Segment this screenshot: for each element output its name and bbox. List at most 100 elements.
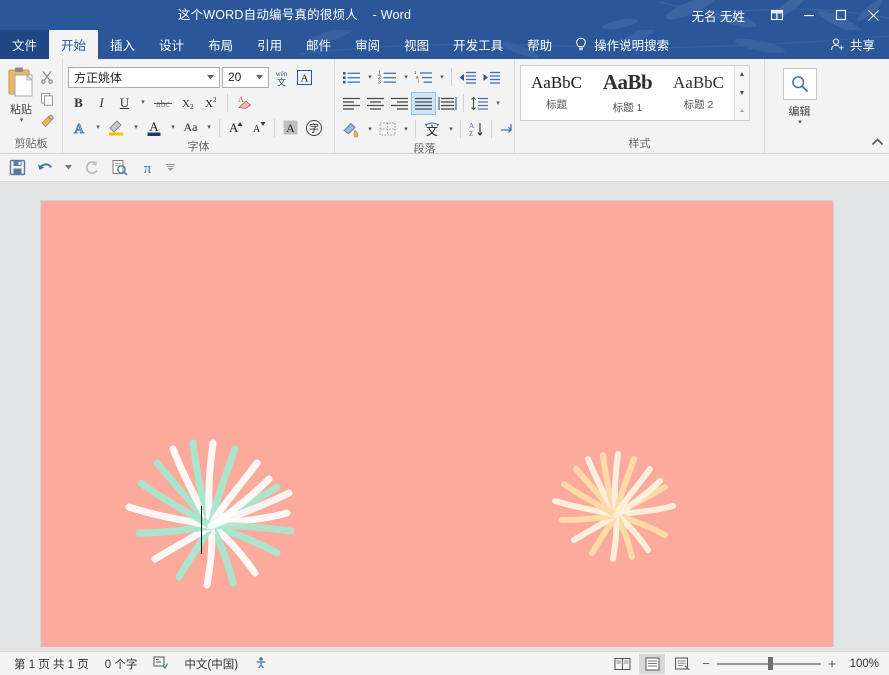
- distributed-align-button[interactable]: [436, 93, 459, 114]
- bullets-dropdown[interactable]: ▾: [364, 67, 375, 88]
- maximize-restore-button[interactable]: [825, 0, 857, 30]
- tab-file[interactable]: 文件: [0, 30, 50, 59]
- undo-button[interactable]: [32, 156, 58, 180]
- accessibility-status[interactable]: [246, 656, 276, 672]
- undo-dropdown-button[interactable]: [60, 156, 76, 180]
- underline-dropdown[interactable]: ▾: [137, 92, 148, 113]
- style-item-heading1[interactable]: AaBb 标题 1: [592, 66, 663, 120]
- scroll-up-icon[interactable]: ▲: [735, 66, 749, 83]
- increase-indent-button[interactable]: [480, 67, 503, 88]
- sort-button[interactable]: A Z: [465, 119, 487, 140]
- tab-help[interactable]: 帮助: [515, 30, 564, 59]
- change-case-button[interactable]: Aa: [180, 117, 201, 138]
- text-effects-dropdown[interactable]: ▾: [92, 117, 103, 138]
- line-spacing-dropdown[interactable]: ▾: [492, 93, 503, 114]
- borders-dropdown[interactable]: ▾: [400, 119, 411, 140]
- editing-button[interactable]: 编辑 ▾: [772, 64, 828, 126]
- zoom-slider[interactable]: [717, 656, 821, 672]
- tab-references[interactable]: 引用: [245, 30, 294, 59]
- read-mode-view-button[interactable]: [609, 654, 635, 674]
- italic-button[interactable]: I: [91, 92, 112, 113]
- tell-me-search[interactable]: 操作说明搜索: [564, 30, 679, 59]
- line-spacing-button[interactable]: [468, 93, 491, 114]
- print-layout-view-button[interactable]: [639, 653, 665, 674]
- underline-button[interactable]: U: [114, 92, 135, 113]
- change-case-dropdown[interactable]: ▾: [203, 117, 214, 138]
- grow-font-button[interactable]: A: [225, 117, 246, 138]
- print-preview-button[interactable]: [106, 156, 132, 180]
- tab-design[interactable]: 设计: [147, 30, 196, 59]
- tab-mailings[interactable]: 邮件: [294, 30, 343, 59]
- redo-button[interactable]: [78, 156, 104, 180]
- collapse-ribbon-button[interactable]: [871, 137, 884, 151]
- zoom-level[interactable]: 100%: [843, 658, 883, 670]
- account-name[interactable]: 无名 无姓: [692, 6, 745, 25]
- tab-view[interactable]: 视图: [392, 30, 441, 59]
- zoom-in-button[interactable]: +: [825, 656, 839, 671]
- equation-button[interactable]: π: [134, 156, 160, 180]
- style-item-heading2[interactable]: AaBbC 标题 2: [663, 66, 734, 120]
- align-left-button[interactable]: [340, 93, 363, 114]
- tab-insert[interactable]: 插入: [98, 30, 147, 59]
- font-size-combobox[interactable]: 20: [222, 66, 269, 88]
- language-status[interactable]: 中文(中国): [176, 656, 246, 672]
- tab-developer[interactable]: 开发工具: [441, 30, 515, 59]
- multilevel-dropdown[interactable]: ▾: [436, 67, 447, 88]
- text-highlight-button[interactable]: [105, 117, 128, 138]
- format-painter-button[interactable]: [37, 111, 57, 131]
- save-button[interactable]: [4, 156, 30, 180]
- numbering-dropdown[interactable]: ▾: [400, 67, 411, 88]
- asian-layout-dropdown[interactable]: ▾: [445, 119, 456, 140]
- font-color-dropdown[interactable]: ▾: [167, 117, 178, 138]
- zoom-out-button[interactable]: −: [699, 656, 713, 671]
- share-button[interactable]: 共享: [820, 30, 889, 59]
- ribbon-display-options-button[interactable]: [761, 0, 793, 30]
- clear-formatting-button[interactable]: A: [233, 92, 256, 113]
- proofing-status[interactable]: [145, 656, 176, 672]
- more-styles-icon[interactable]: ⩡: [735, 103, 749, 120]
- character-shading-button[interactable]: A: [280, 117, 301, 138]
- subscript-button[interactable]: X 2: [178, 92, 199, 113]
- document-area[interactable]: 左键: [0, 182, 889, 647]
- asian-layout-button[interactable]: 文: [420, 119, 444, 140]
- decrease-indent-button[interactable]: [456, 67, 479, 88]
- word-count-status[interactable]: 0 个字: [97, 656, 146, 672]
- minimize-button[interactable]: [793, 0, 825, 30]
- bullets-button[interactable]: [340, 67, 363, 88]
- styles-scrollbar[interactable]: ▲ ▼ ⩡: [734, 66, 749, 120]
- multilevel-list-button[interactable]: 1ai: [412, 67, 435, 88]
- font-color-button[interactable]: A: [143, 117, 165, 138]
- strikethrough-button[interactable]: abc: [150, 92, 176, 113]
- bold-button[interactable]: B: [68, 92, 89, 113]
- close-button[interactable]: [857, 0, 889, 30]
- justify-button[interactable]: [411, 91, 436, 115]
- align-right-button[interactable]: [388, 93, 411, 114]
- page-number-status[interactable]: 第 1 页 共 1 页: [6, 656, 97, 672]
- numbering-button[interactable]: 123: [376, 67, 399, 88]
- document-page[interactable]: 左键: [41, 201, 833, 647]
- shading-dropdown[interactable]: ▾: [364, 119, 375, 140]
- tab-review[interactable]: 审阅: [343, 30, 392, 59]
- style-item-title[interactable]: AaBbC 标题: [521, 66, 592, 120]
- web-layout-view-button[interactable]: [669, 654, 695, 674]
- highlight-dropdown[interactable]: ▾: [130, 117, 141, 138]
- cut-button[interactable]: [37, 67, 57, 87]
- shrink-font-button[interactable]: A: [248, 117, 269, 138]
- font-name-combobox[interactable]: 方正姚体: [68, 66, 220, 88]
- copy-button[interactable]: [37, 89, 57, 109]
- paste-button[interactable]: 粘贴 ▾: [5, 64, 37, 124]
- tab-layout[interactable]: 布局: [196, 30, 245, 59]
- scroll-down-icon[interactable]: ▼: [735, 85, 749, 102]
- customize-toolbar-button[interactable]: [162, 156, 178, 180]
- tab-home[interactable]: 开始: [49, 30, 99, 59]
- borders-button[interactable]: [376, 119, 399, 140]
- enclose-character-button[interactable]: 字: [303, 117, 325, 138]
- print-preview-icon: [112, 160, 128, 176]
- shading-button[interactable]: [340, 119, 363, 140]
- text-effects-button[interactable]: A: [68, 117, 90, 138]
- align-center-button[interactable]: [364, 93, 387, 114]
- phonetic-guide-button[interactable]: wén 文: [271, 67, 292, 88]
- zoom-slider-thumb[interactable]: [768, 657, 773, 670]
- superscript-button[interactable]: X 2: [201, 92, 222, 113]
- character-border-button[interactable]: A: [294, 67, 315, 88]
